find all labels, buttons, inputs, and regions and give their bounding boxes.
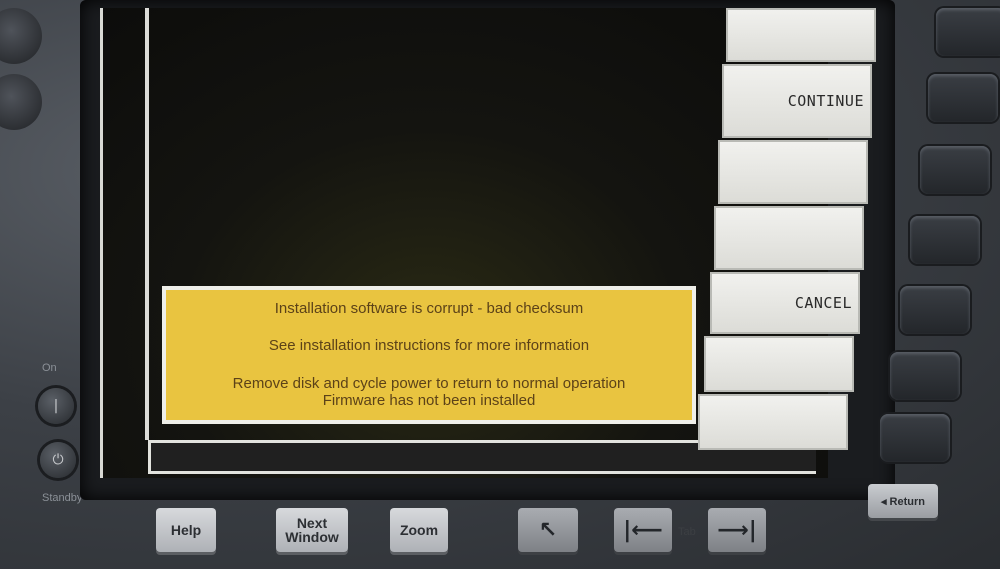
screen-border-line bbox=[145, 8, 149, 440]
softkey-3[interactable] bbox=[718, 140, 868, 204]
tab-right-button[interactable]: ⟶| bbox=[708, 508, 766, 552]
hw-softkey-button-5[interactable] bbox=[900, 286, 970, 334]
tab-label: Tab bbox=[678, 526, 696, 538]
help-button[interactable]: Help bbox=[156, 508, 216, 552]
softkey-1[interactable] bbox=[726, 8, 876, 62]
hw-softkey-button-6[interactable] bbox=[890, 352, 960, 400]
hw-softkey-button-7[interactable] bbox=[880, 414, 950, 462]
hw-softkey-button-4[interactable] bbox=[910, 216, 980, 264]
hw-softkey-button-1[interactable] bbox=[936, 8, 1000, 56]
on-button[interactable]: | bbox=[38, 388, 74, 424]
next-window-label: Next Window bbox=[285, 515, 339, 545]
arrow-up-left-icon: ↖ bbox=[538, 517, 558, 543]
softkey-4[interactable] bbox=[714, 206, 864, 270]
arrow-up-left-button[interactable]: ↖ bbox=[518, 508, 578, 552]
error-message-checksum: Installation software is corrupt - bad c… bbox=[274, 300, 584, 317]
softkey-7[interactable] bbox=[698, 394, 848, 450]
hw-softkey-button-2[interactable] bbox=[928, 74, 998, 122]
power-standby-icon: ⏻ bbox=[52, 452, 64, 468]
hw-softkey-button-3[interactable] bbox=[920, 146, 990, 194]
continue-softkey[interactable]: CONTINUE bbox=[722, 64, 872, 138]
continue-label: CONTINUE bbox=[787, 92, 864, 110]
return-button[interactable]: ◂ Return bbox=[868, 484, 938, 518]
tab-left-button[interactable]: |⟵ bbox=[614, 508, 672, 552]
tab-left-icon: |⟵ bbox=[623, 517, 663, 543]
next-window-button[interactable]: Next Window bbox=[276, 508, 348, 552]
softkey-panel: CONTINUE CANCEL bbox=[690, 8, 876, 450]
standby-button[interactable]: ⏻ bbox=[40, 442, 76, 478]
cancel-softkey[interactable]: CANCEL bbox=[710, 272, 860, 334]
error-message-instructions: See installation instructions for more i… bbox=[268, 337, 590, 354]
tab-right-icon: ⟶| bbox=[717, 517, 757, 543]
error-message-remove-disk: Remove disk and cycle power to return to… bbox=[232, 375, 626, 392]
softkey-6[interactable] bbox=[704, 336, 854, 392]
on-label: On bbox=[42, 362, 57, 374]
cancel-label: CANCEL bbox=[794, 294, 852, 312]
power-on-icon: | bbox=[53, 398, 59, 414]
return-label: ◂ Return bbox=[880, 495, 926, 508]
standby-label: Standby bbox=[42, 492, 83, 504]
zoom-button[interactable]: Zoom bbox=[390, 508, 448, 552]
error-dialog: Installation software is corrupt - bad c… bbox=[162, 286, 696, 424]
help-label: Help bbox=[170, 522, 202, 538]
zoom-label: Zoom bbox=[399, 522, 439, 538]
error-message-firmware: Firmware has not been installed bbox=[322, 392, 536, 409]
